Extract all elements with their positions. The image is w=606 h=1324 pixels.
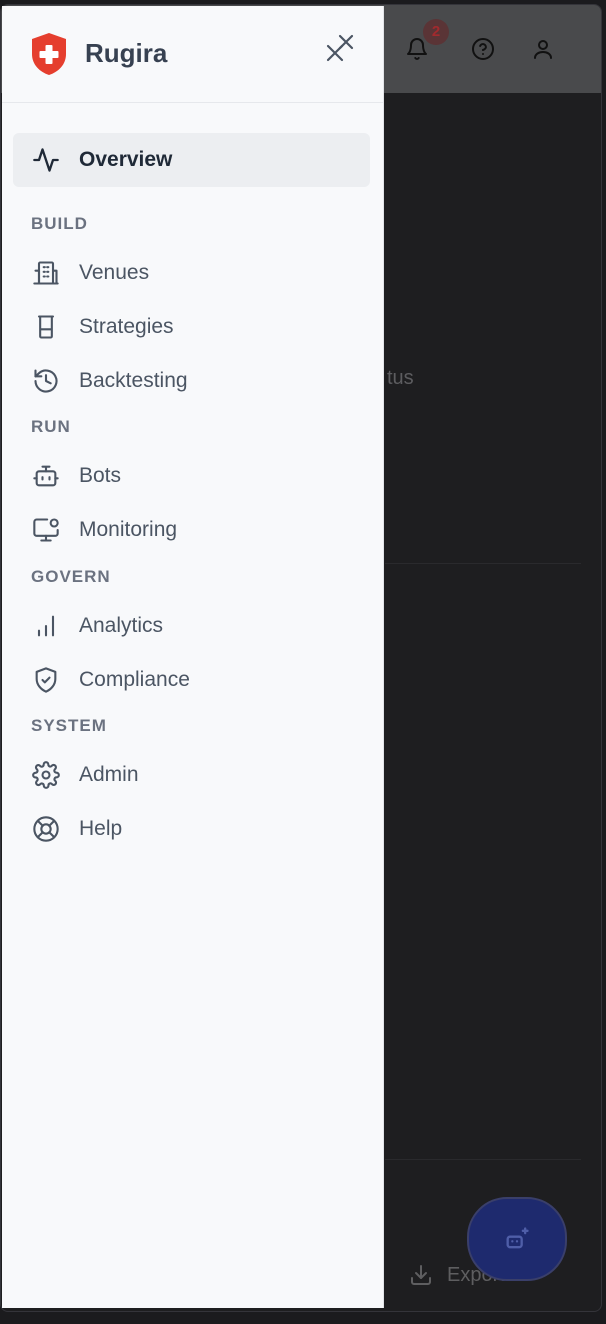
divider xyxy=(385,563,581,564)
nav-item-label: Strategies xyxy=(79,315,174,338)
nav-item-label: Monitoring xyxy=(79,518,178,541)
nav-item-label: Venues xyxy=(79,261,150,284)
divider xyxy=(385,1159,581,1160)
history-icon xyxy=(31,366,61,396)
section-title-system: SYSTEM xyxy=(31,716,107,735)
nav-item-venues[interactable]: Venues xyxy=(13,246,370,300)
nav-item-label: Analytics xyxy=(79,614,164,637)
sparkle-bot-icon xyxy=(506,1227,529,1249)
gear-icon xyxy=(31,760,61,790)
nav-drawer: Rugira Overview BUILD Venues Strategies … xyxy=(2,6,384,1308)
nav-item-label: Bots xyxy=(79,464,122,487)
section-title-build: BUILD xyxy=(31,214,88,233)
bot-icon xyxy=(31,461,61,491)
nav-item-backtesting[interactable]: Backtesting xyxy=(13,354,370,408)
close-drawer-button[interactable] xyxy=(320,30,360,70)
shield-plus-logo-icon xyxy=(30,32,68,81)
section-title-run: RUN xyxy=(31,417,71,436)
notification-badge: 2 xyxy=(423,19,449,45)
activity-icon xyxy=(31,145,61,175)
close-icon xyxy=(326,34,354,62)
nav-item-label: Admin xyxy=(79,763,139,786)
nav-item-label: Backtesting xyxy=(79,369,188,392)
assistant-fab[interactable] xyxy=(467,1197,567,1281)
nav-item-bots[interactable]: Bots xyxy=(13,449,370,503)
drawer-header: Rugira xyxy=(2,6,383,103)
help-circle-icon[interactable] xyxy=(469,35,497,63)
building-icon xyxy=(31,258,61,288)
section-title-govern: GOVERN xyxy=(31,567,111,586)
nav-item-monitoring[interactable]: Monitoring xyxy=(13,503,370,557)
user-icon[interactable] xyxy=(529,35,557,63)
nav-item-compliance[interactable]: Compliance xyxy=(13,653,370,707)
nav-item-help[interactable]: Help xyxy=(13,802,370,856)
nav-item-label: Compliance xyxy=(79,668,190,691)
background-partial-text: tus xyxy=(387,367,414,389)
beaker-icon xyxy=(31,312,61,342)
brand-name: Rugira xyxy=(85,38,168,68)
nav-item-strategies[interactable]: Strategies xyxy=(13,300,370,354)
bar-chart-icon xyxy=(31,611,61,641)
life-buoy-icon xyxy=(31,814,61,844)
nav-item-overview[interactable]: Overview xyxy=(13,133,370,187)
nav-item-label: Help xyxy=(79,817,123,840)
nav-item-label: Overview xyxy=(79,148,173,171)
monitor-icon xyxy=(31,515,61,545)
download-icon xyxy=(411,1265,431,1285)
shield-check-icon xyxy=(31,665,61,695)
nav-item-analytics[interactable]: Analytics xyxy=(13,599,370,653)
nav-item-admin[interactable]: Admin xyxy=(13,748,370,802)
